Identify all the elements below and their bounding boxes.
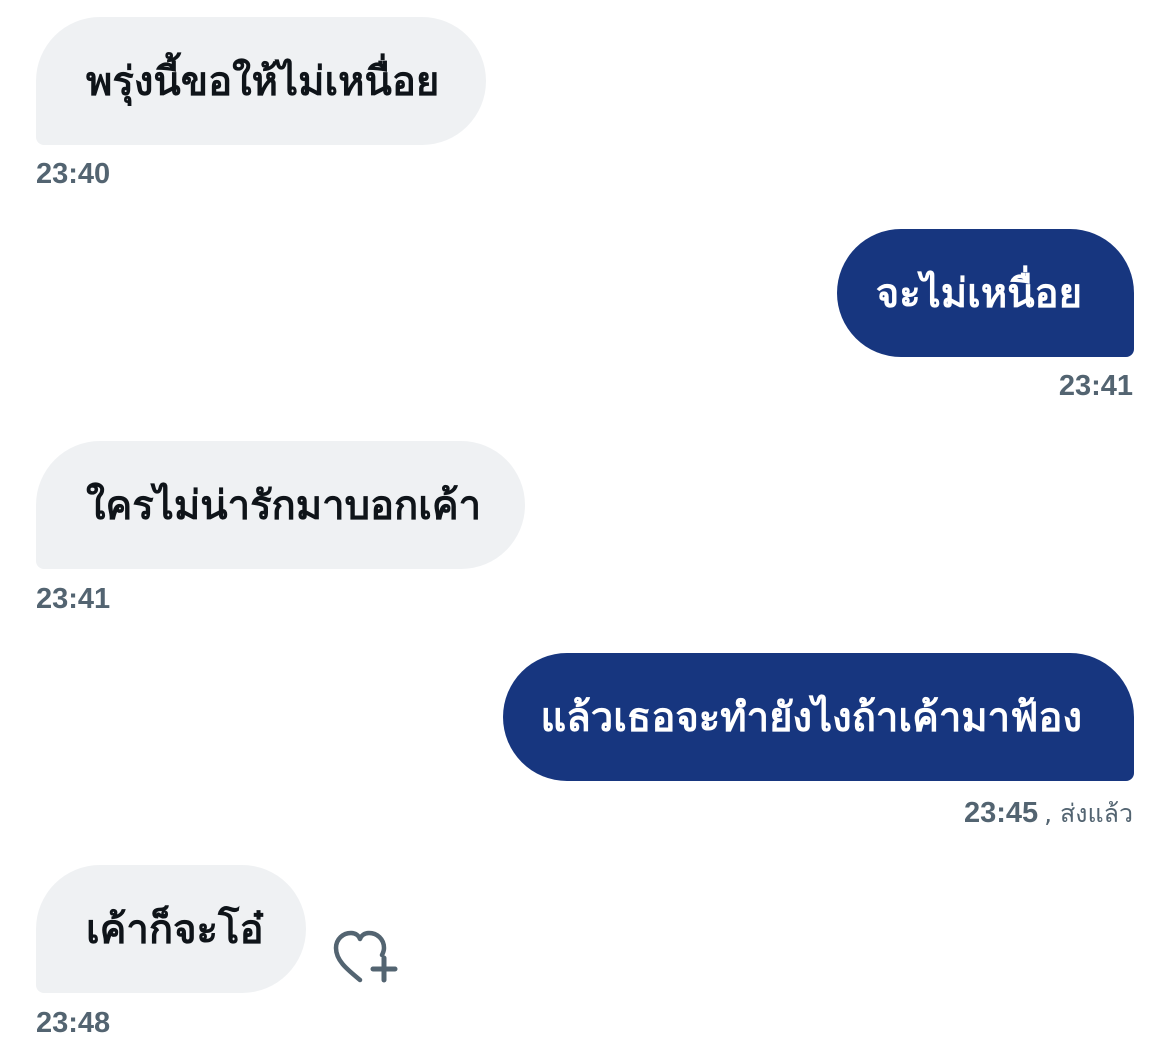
timestamp-text: 23:48 [36, 1007, 111, 1039]
message-bubble-incoming[interactable]: ใครไม่น่ารักมาบอกเค้า [36, 441, 525, 569]
timestamp-text: 23:41 [1058, 370, 1133, 402]
message-text: เค้าก็จะโอ๋ [86, 907, 264, 953]
message-timestamp: 23:41 [1059, 370, 1133, 403]
message-timestamp: 23:41 [36, 583, 110, 616]
message-timestamp: 23:45, ส่งแล้ว [964, 794, 1133, 834]
timestamp-text: 23:45 [963, 797, 1039, 829]
message-bubble-incoming[interactable]: เค้าก็จะโอ๋ [36, 865, 306, 993]
message-text: จะไม่เหนื่อย [875, 271, 1082, 317]
message-text: พรุ่งนี้ขอให้ไม่เหนื่อย [86, 59, 440, 105]
add-reaction-button[interactable] [330, 928, 402, 988]
message-timestamp: 23:48 [36, 1007, 110, 1040]
message-text: ใครไม่น่ารักมาบอกเค้า [86, 483, 482, 529]
timestamp-text: 23:40 [36, 158, 111, 190]
message-bubble-outgoing[interactable]: แล้วเธอจะทำยังไงถ้าเค้ามาฟ้อง [503, 653, 1134, 781]
message-timestamp: 23:40 [36, 158, 110, 191]
message-text: แล้วเธอจะทำยังไงถ้าเค้ามาฟ้อง [540, 695, 1082, 741]
message-bubble-incoming[interactable]: พรุ่งนี้ขอให้ไม่เหนื่อย [36, 17, 486, 145]
timestamp-text: 23:41 [36, 583, 111, 615]
message-bubble-outgoing[interactable]: จะไม่เหนื่อย [837, 229, 1134, 357]
delivery-status: , ส่งแล้ว [1044, 799, 1133, 828]
heart-plus-icon [333, 930, 398, 983]
